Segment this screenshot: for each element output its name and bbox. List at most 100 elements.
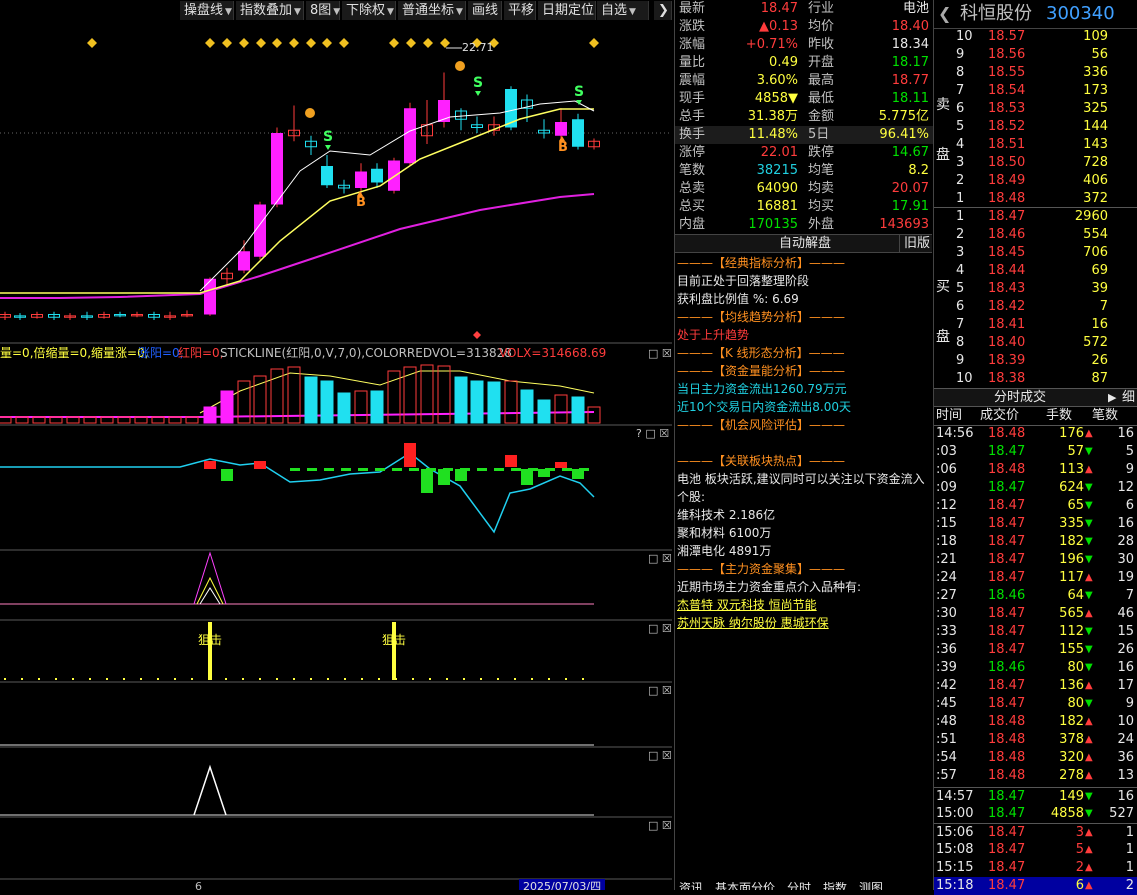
buys-level-row[interactable]: 5 18.43 39 — [934, 280, 1137, 298]
level-volume: 69 — [1091, 263, 1108, 278]
sells-level-row[interactable]: 1 18.48 372 — [934, 190, 1137, 208]
level-price: 18.43 — [988, 281, 1026, 296]
volume-bar — [571, 396, 585, 424]
quote-label: 均卖 — [808, 181, 835, 196]
hot-stock-links[interactable]: 杰普特 双元科技 恒尚节能 — [677, 596, 817, 614]
analysis-line: 个股: — [677, 490, 706, 504]
tick-time: :12 — [936, 498, 957, 513]
toolbar-button-6[interactable]: 平移 — [504, 1, 536, 20]
down-arrow-icon: ▼ — [1085, 554, 1093, 565]
tick-row: :45 18.47 80 ▼ 9 — [934, 695, 1137, 713]
signal-dot — [106, 678, 108, 680]
analysis-line: 近10个交易日内资金流出8.00天 — [677, 400, 851, 414]
tick-price: 18.48 — [988, 714, 1026, 729]
indicator-dash — [358, 468, 368, 471]
related-stock-link[interactable]: 湘潭电化 4891万 — [677, 542, 771, 560]
tick-count: 36 — [1117, 750, 1134, 765]
quote-row: 总卖 64090 均卖 20.07 — [675, 180, 933, 198]
level-number: 6 — [956, 101, 965, 116]
sells-level-row[interactable]: 2 18.49 406 — [934, 172, 1137, 190]
sells-level-row[interactable]: 10 18.57 109 — [934, 28, 1137, 46]
toolbar-button-4[interactable]: 普通坐标 ▼ — [398, 1, 466, 20]
toolbar-button-label: 平移 — [508, 3, 535, 18]
buy-signal-label: B — [558, 140, 568, 155]
related-stock-link[interactable]: 维科技术 2.186亿 — [677, 506, 775, 524]
snipe-signal-label: 狙击 — [382, 633, 406, 647]
toolbar-button-2[interactable]: 8图 ▼ — [306, 1, 340, 20]
tick-volume: 6 — [1075, 878, 1084, 893]
level-price: 18.53 — [988, 101, 1026, 116]
related-stock-link[interactable]: 聚和材料 6100万 — [677, 524, 771, 542]
toolbar-button-3[interactable]: 下除权 ▼ — [342, 1, 396, 20]
tick-price: 18.47 — [988, 696, 1026, 711]
tick-price: 18.47 — [988, 552, 1026, 567]
kline-chart-area[interactable]: 22.71 S S S B B 量=0,倍缩量=0,缩量涨=0, 涨阳=0, 红阳=0, STIC… — [0, 21, 672, 893]
quote-value: 18.47 — [760, 1, 798, 16]
tick-row: :24 18.47 117 ▲ 19 — [934, 569, 1137, 587]
quote-label: 震幅 — [679, 73, 706, 88]
buys-level-row[interactable]: 3 18.45 706 — [934, 244, 1137, 262]
play-arrow-icon[interactable]: ▶ — [1108, 389, 1116, 407]
toolbar-button-5[interactable]: 画线 — [468, 1, 502, 20]
old-version-tab[interactable]: 旧版 — [898, 235, 930, 252]
sells-level-row[interactable]: 3 18.50 728 — [934, 154, 1137, 172]
level-price: 18.44 — [988, 263, 1026, 278]
buys-level-row[interactable]: 4 18.44 69 — [934, 262, 1137, 280]
tick-price: 18.48 — [988, 768, 1026, 783]
tick-row: :42 18.47 136 ▲ 17 — [934, 677, 1137, 695]
quote-label: 现手 — [679, 91, 706, 106]
buys-level-row[interactable]: 6 18.42 7 — [934, 298, 1137, 316]
tick-price: 18.47 — [988, 624, 1026, 639]
buys-level-row[interactable]: 10 18.38 87 — [934, 370, 1137, 388]
sells-level-row[interactable]: 4 18.51 143 — [934, 136, 1137, 154]
buys-level-row[interactable]: 7 18.41 16 — [934, 316, 1137, 334]
tick-row: :03 18.47 57 ▼ 5 — [934, 443, 1137, 461]
tick-row: :39 18.46 80 ▼ 16 — [934, 659, 1137, 677]
buys-level-row[interactable]: 8 18.40 572 — [934, 334, 1137, 352]
level-number: 1 — [956, 191, 965, 206]
signal-dot — [21, 678, 23, 680]
toolbar-button-0[interactable]: 操盘线 ▼ — [180, 1, 234, 20]
level-price: 18.47 — [988, 209, 1026, 224]
toolbar-button-9[interactable]: ❯ — [654, 1, 672, 20]
signal-dot — [72, 678, 74, 680]
back-arrow-icon[interactable]: ❮ — [938, 0, 951, 28]
quote-label: 换手 — [679, 127, 706, 142]
indicator-bar — [538, 469, 550, 477]
tick-volume: 378 — [1059, 732, 1084, 747]
tick-price: 18.47 — [988, 789, 1026, 804]
quote-row: 涨幅 +0.71% 昨收 18.34 — [675, 36, 933, 54]
ticks-column-header: 时间 — [936, 408, 963, 423]
quote-tab[interactable]: 资讯 — [679, 882, 703, 890]
buys-level-row[interactable]: 9 18.39 26 — [934, 352, 1137, 370]
quote-tab[interactable]: 指数 — [823, 882, 847, 890]
quote-label: 均价 — [808, 19, 835, 34]
sells-level-row[interactable]: 5 18.52 144 — [934, 118, 1137, 136]
toolbar-button-7[interactable]: 日期定位 — [538, 1, 596, 20]
quote-tab[interactable]: 分价 — [751, 882, 775, 890]
quote-tab[interactable]: 分时 — [787, 882, 811, 890]
tick-count: 13 — [1117, 768, 1134, 783]
sells-level-row[interactable]: 6 18.53 325 — [934, 100, 1137, 118]
volume-bar — [337, 392, 351, 424]
tick-count: 16 — [1117, 516, 1134, 531]
quote-row: 换手 11.48% 5日 96.41% — [675, 126, 933, 144]
detail-tab[interactable]: 细 — [1122, 389, 1135, 407]
buys-level-row[interactable]: 1 18.47 2960 — [934, 208, 1137, 226]
quote-tab[interactable]: 基本面 — [715, 882, 751, 890]
quote-tab[interactable]: 测图 — [859, 882, 883, 890]
tick-row: :51 18.48 378 ▲ 24 — [934, 731, 1137, 749]
toolbar-button-1[interactable]: 指数叠加 ▼ — [236, 1, 304, 20]
toolbar-button-8[interactable]: 自选 ▼ — [597, 1, 649, 20]
sells-level-row[interactable]: 8 18.55 336 — [934, 64, 1137, 82]
indicator-bar — [555, 462, 567, 468]
kline-chart[interactable]: 22.71 S S S B B 量=0,倍缩量=0,缩量涨=0,涨阳=0,红阳=0,STIC… — [0, 21, 672, 893]
quote-value: 8.2 — [908, 163, 929, 178]
sells-level-row[interactable]: 9 18.56 56 — [934, 46, 1137, 64]
tick-row: 15:06 18.47 3 ▲ 1 — [934, 823, 1137, 842]
level-price: 18.54 — [988, 83, 1026, 98]
hot-stock-links[interactable]: 苏州天脉 纳尔股份 惠城环保 — [677, 614, 829, 632]
sells-level-row[interactable]: 7 18.54 173 — [934, 82, 1137, 100]
buys-level-row[interactable]: 2 18.46 554 — [934, 226, 1137, 244]
tick-price: 18.47 — [988, 534, 1026, 549]
